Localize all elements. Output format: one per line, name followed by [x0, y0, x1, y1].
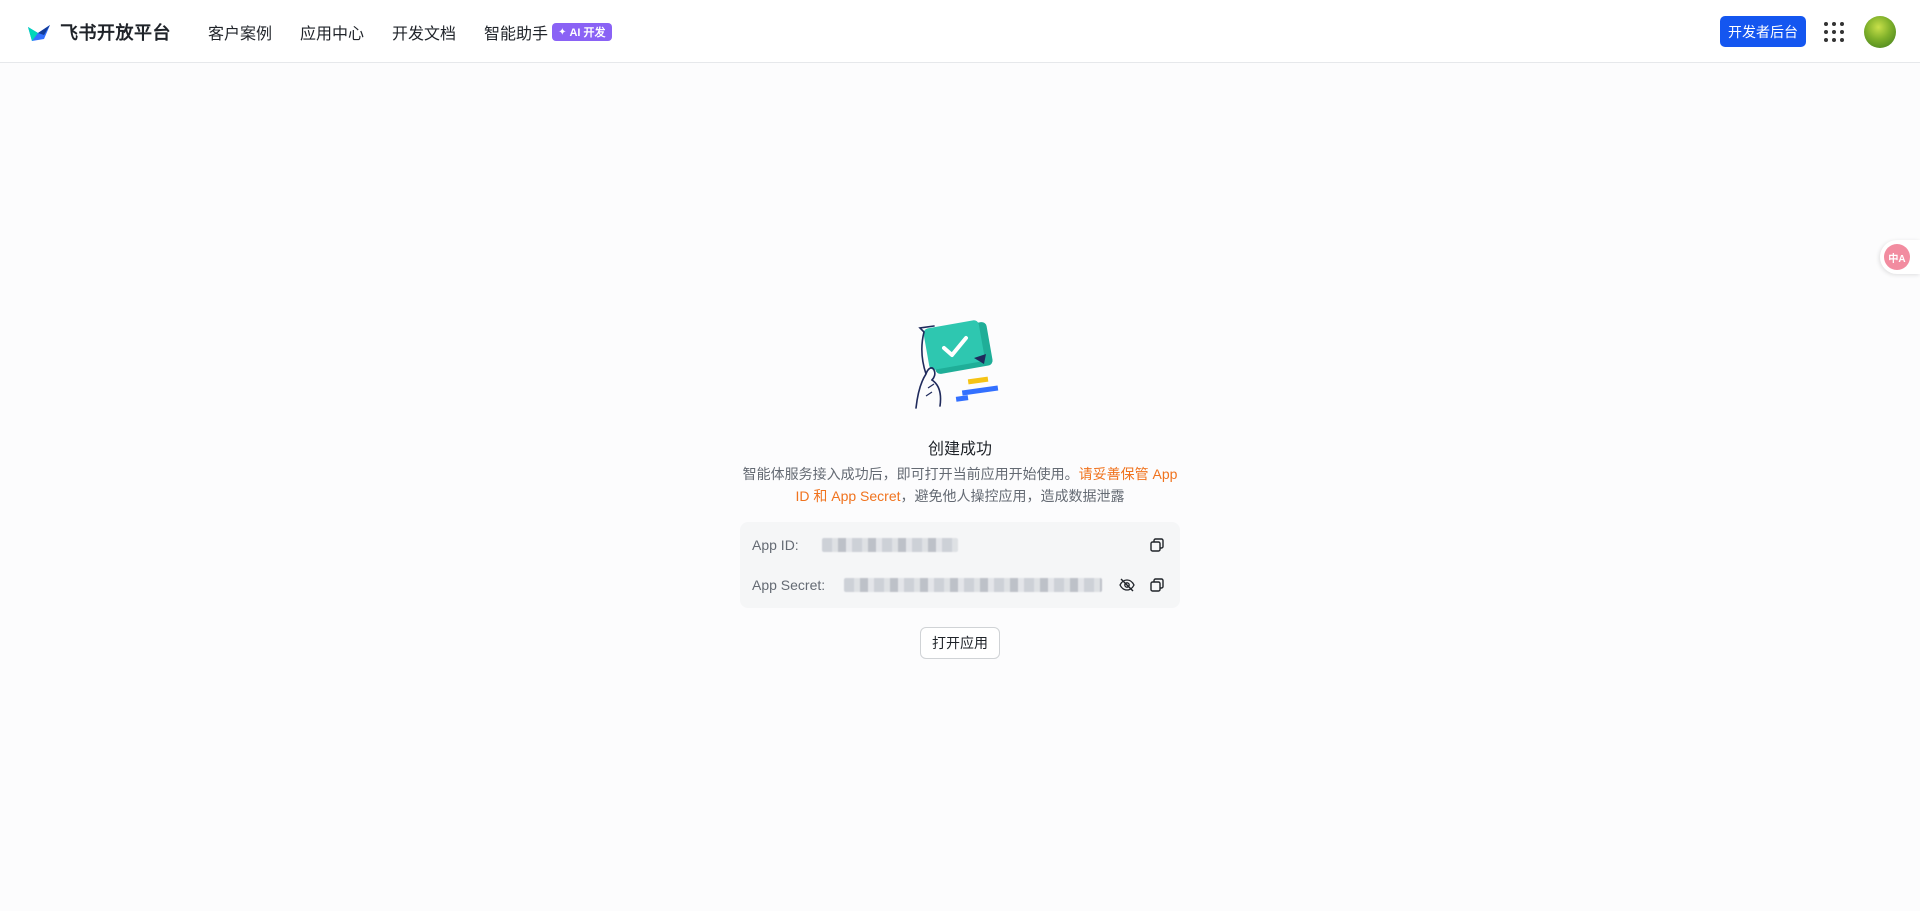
nav-item-label: 客户案例	[208, 26, 273, 43]
eye-off-icon[interactable]	[1118, 576, 1136, 594]
sparkle-icon: ✦	[558, 26, 567, 38]
nav-item-app-center[interactable]: 应用中心	[300, 20, 364, 44]
description-tail: ，避免他人操控应用，造成数据泄露	[900, 488, 1125, 504]
open-app-button[interactable]: 打开应用	[920, 627, 1000, 659]
developer-console-button[interactable]: 开发者后台	[1720, 16, 1806, 47]
nav-item-assistant[interactable]: 智能助手 ✦ AI 开发	[484, 20, 612, 44]
app-id-label: App ID:	[752, 537, 799, 553]
description-text: 智能体服务接入成功后，即可打开当前应用开始使用。	[742, 466, 1079, 482]
nav-item-label: 应用中心	[300, 26, 365, 43]
translate-icon: 中A	[1884, 244, 1910, 270]
nav-item-cases[interactable]: 客户案例	[208, 20, 272, 44]
copy-app-id-icon	[1150, 538, 1164, 552]
brand-name: 飞书开放平台	[60, 23, 171, 43]
ai-badge-label: AI 开发	[569, 27, 606, 39]
copy-icon[interactable]	[1148, 576, 1166, 594]
main-nav: 客户案例 应用中心 开发文档 智能助手 ✦ AI 开发	[208, 20, 640, 44]
avatar[interactable]	[1864, 16, 1896, 48]
copy-app-secret-icon	[1150, 578, 1164, 592]
success-illustration-icon	[915, 320, 999, 409]
nav-item-docs[interactable]: 开发文档	[392, 20, 456, 44]
top-nav-bar: 飞书开放平台 客户案例 应用中心 开发文档 智能助手 ✦ AI 开发 开发者后台	[0, 0, 1920, 63]
copy-icon[interactable]	[1148, 536, 1166, 554]
feishu-logo-icon	[28, 25, 50, 41]
app-id-row: App ID:	[752, 535, 799, 555]
app-secret-value-masked	[844, 578, 1102, 592]
brand[interactable]: 飞书开放平台	[26, 20, 171, 44]
app-secret-row: App Secret:	[752, 575, 825, 595]
credentials-panel: App ID: App Secret:	[740, 522, 1180, 608]
result-title: 创建成功	[927, 441, 992, 458]
app-secret-label: App Secret:	[752, 577, 826, 593]
translate-widget[interactable]: 中A	[1880, 240, 1920, 274]
nav-item-label: 智能助手	[484, 26, 549, 43]
app-id-value-masked	[822, 538, 958, 552]
result-description: 智能体服务接入成功后，即可打开当前应用开始使用。请妥善保管 App ID 和 A…	[738, 463, 1182, 507]
apps-grid-icon[interactable]	[1824, 22, 1844, 42]
toggle-secret-visibility-icon	[1119, 578, 1135, 592]
translate-label: 中A	[1888, 253, 1906, 265]
ai-badge: ✦ AI 开发	[552, 23, 612, 41]
nav-item-label: 开发文档	[392, 26, 457, 43]
